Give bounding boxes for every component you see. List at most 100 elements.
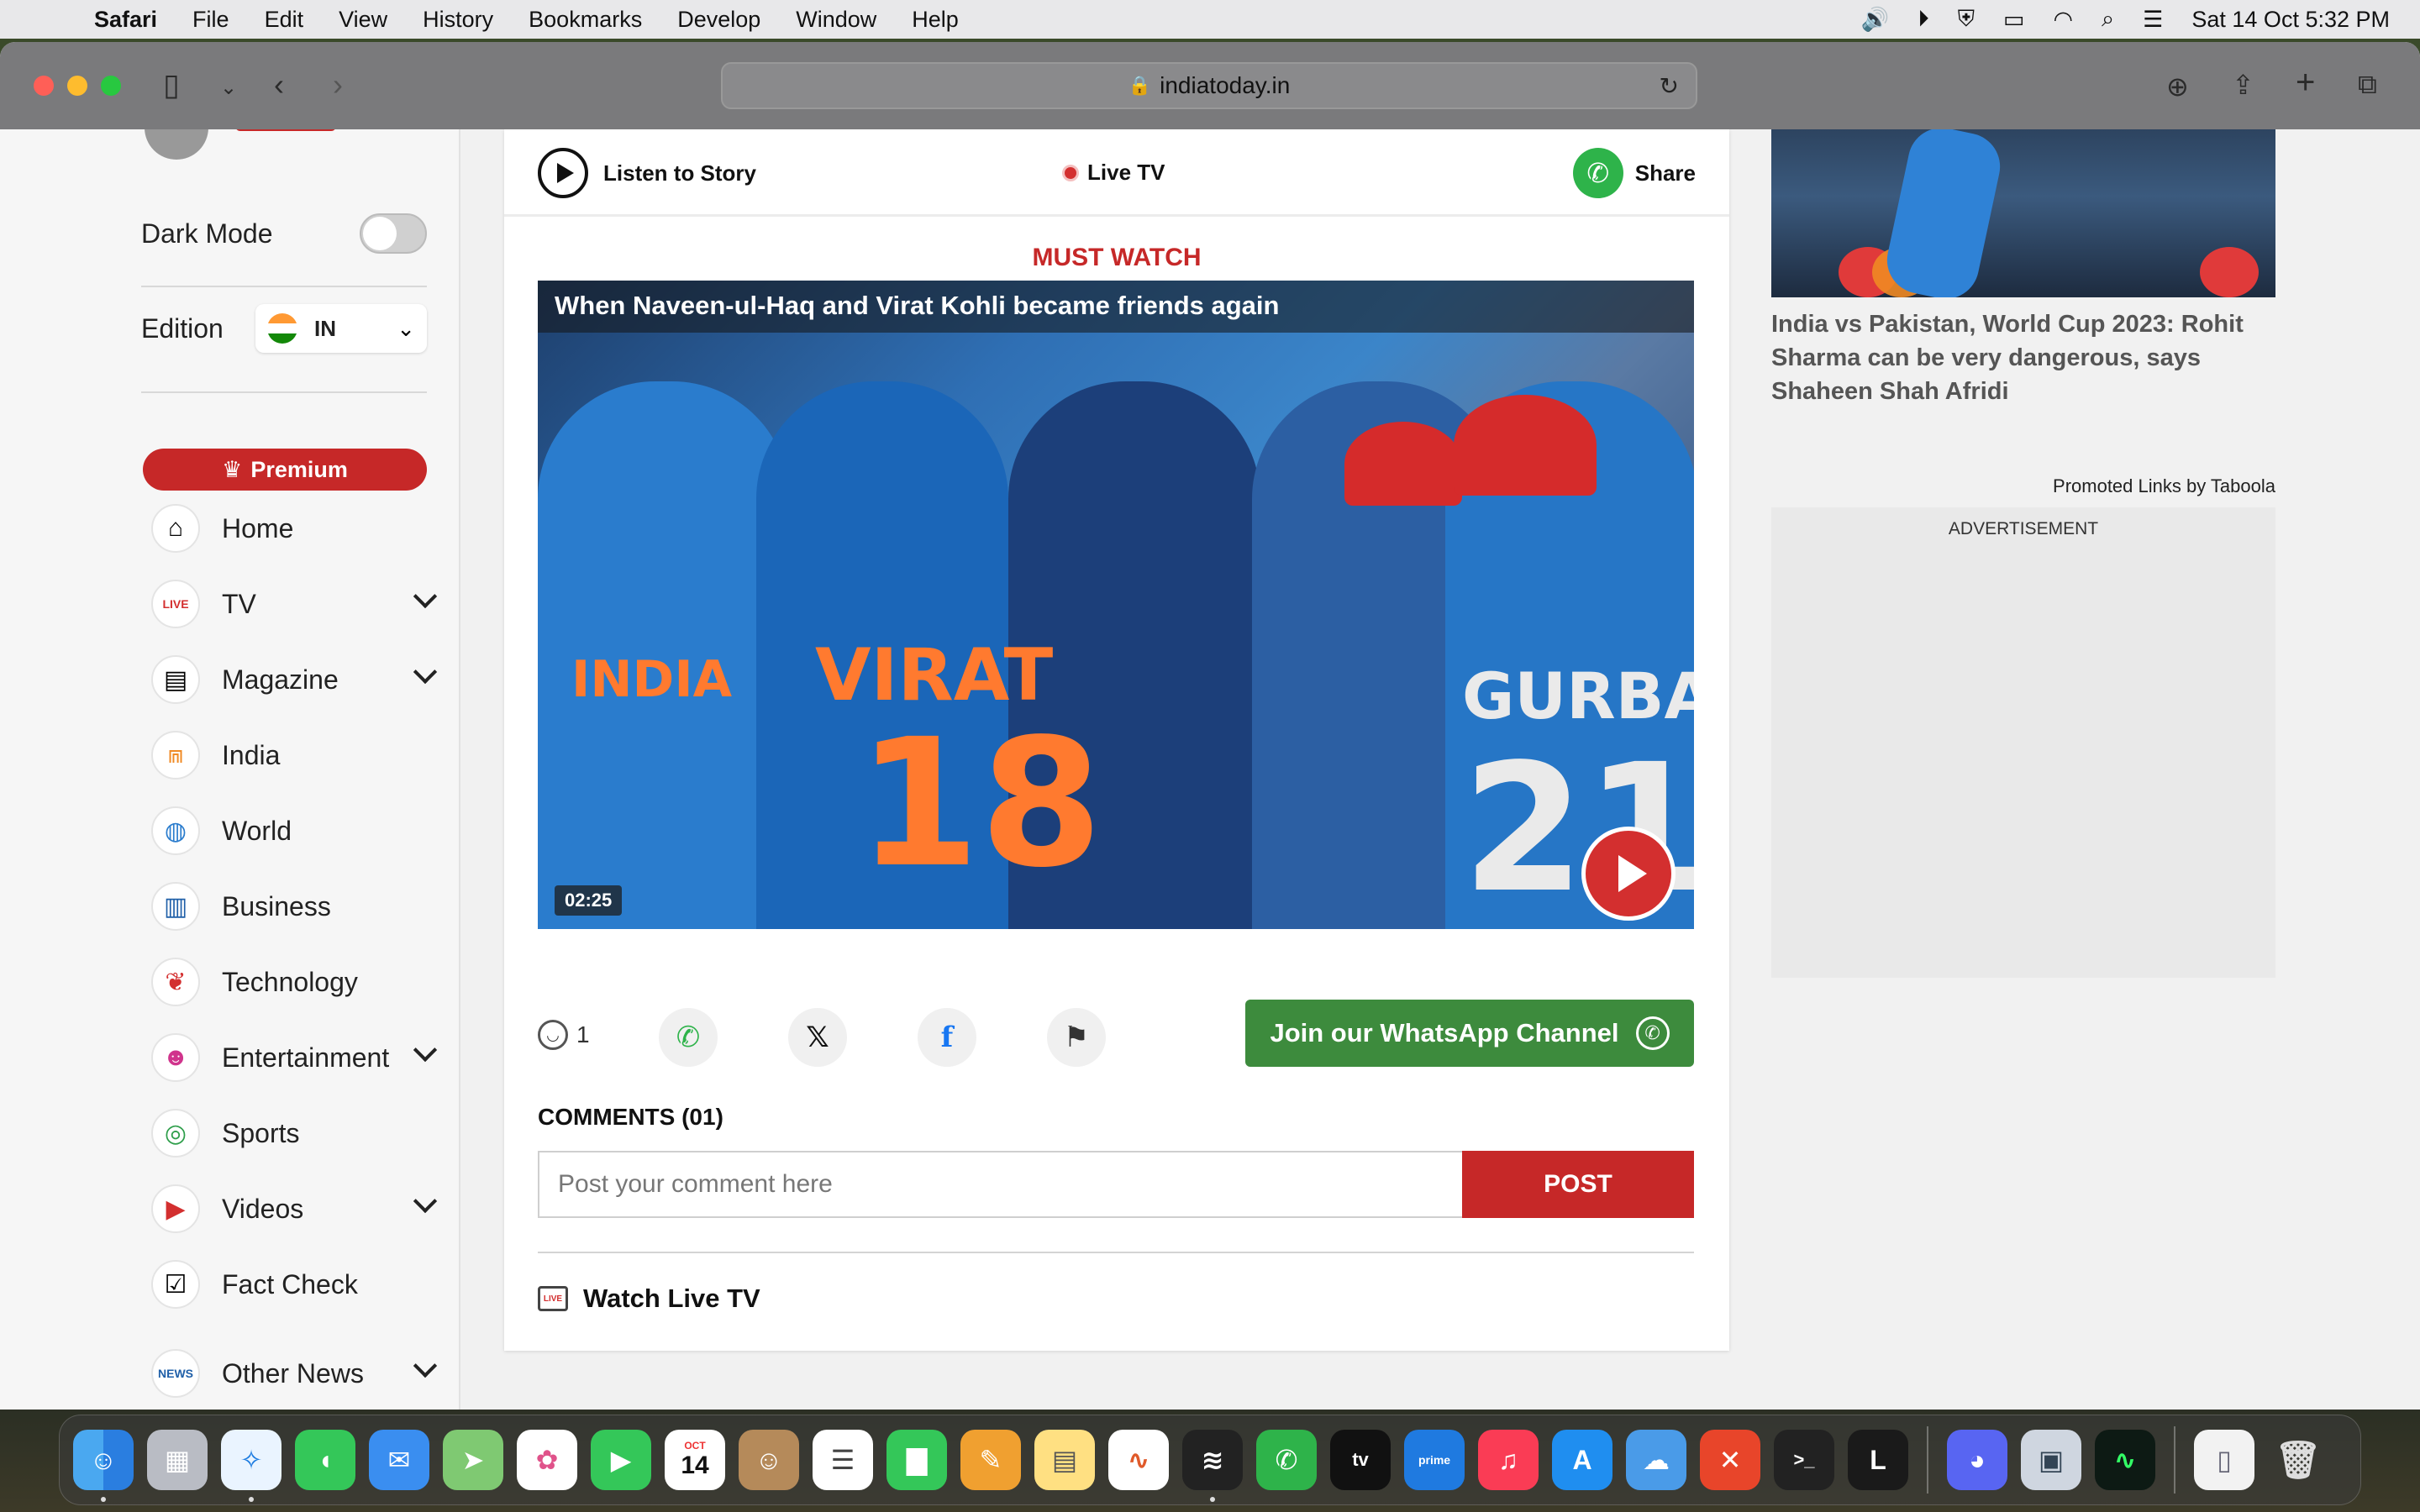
menu-develop[interactable]: Develop: [677, 7, 760, 33]
sidebar-item-india[interactable]: ⩎ India: [151, 717, 437, 793]
pages-icon[interactable]: ✎: [960, 1430, 1021, 1490]
sidebar-item-home[interactable]: ⌂ Home: [151, 491, 437, 566]
play-button[interactable]: [1581, 827, 1676, 921]
post-comment-button[interactable]: POST: [1462, 1151, 1694, 1218]
menu-history[interactable]: History: [423, 7, 493, 33]
battery-icon[interactable]: ▭: [2003, 7, 2025, 33]
volume-icon[interactable]: 🔊: [1861, 6, 1890, 33]
menu-edit[interactable]: Edit: [265, 7, 304, 33]
prime-video-icon[interactable]: prime: [1404, 1430, 1465, 1490]
story-thumbnail[interactable]: [1771, 129, 2275, 297]
minimize-window-button[interactable]: [67, 76, 87, 96]
avatar[interactable]: [145, 129, 208, 160]
music-icon[interactable]: ♫: [1478, 1430, 1539, 1490]
bookmark-icon[interactable]: ⚑: [1047, 1008, 1106, 1067]
forward-icon[interactable]: ›: [333, 67, 343, 102]
photos-icon[interactable]: ✿: [517, 1430, 577, 1490]
chevron-down-icon[interactable]: [413, 659, 438, 685]
sidebar-item-magazine[interactable]: ▤ Magazine: [151, 642, 438, 717]
menubar-clock[interactable]: Sat 14 Oct 5:32 PM: [2191, 7, 2390, 33]
control-center-icon[interactable]: ☰: [2143, 7, 2163, 33]
launchpad-icon[interactable]: ▦: [147, 1430, 208, 1490]
dark-mode-toggle[interactable]: [360, 213, 427, 254]
calendar-icon[interactable]: OCT 14: [665, 1430, 725, 1490]
app-store-icon[interactable]: A: [1552, 1430, 1612, 1490]
weather-icon[interactable]: ☁: [1626, 1430, 1686, 1490]
facebook-share-icon[interactable]: f: [918, 1008, 976, 1067]
comment-input[interactable]: [538, 1151, 1462, 1218]
document-icon[interactable]: ▯: [2194, 1430, 2254, 1490]
sidebar-toggle-icon[interactable]: ▯: [163, 67, 180, 102]
sidebar-item-tv[interactable]: LIVE TV: [151, 566, 438, 642]
tab-group-chevron-icon[interactable]: ⌄: [220, 76, 237, 100]
join-whatsapp-channel-button[interactable]: Join our WhatsApp Channel ✆: [1245, 1000, 1694, 1067]
finder-icon[interactable]: ☺: [73, 1430, 134, 1502]
wifi-icon[interactable]: ◠: [2053, 7, 2073, 33]
safari-icon[interactable]: ✧: [221, 1430, 281, 1502]
sidebar-item-other-news[interactable]: NEWS Other News: [151, 1336, 438, 1410]
spotlight-search-icon[interactable]: ⌕: [2102, 6, 2114, 33]
bar-chart-icon: ▥: [151, 882, 200, 931]
freeform-icon[interactable]: ∿: [1108, 1430, 1169, 1490]
chevron-down-icon[interactable]: [413, 1353, 438, 1378]
listen-to-story-button[interactable]: Listen to Story: [538, 148, 756, 198]
contacts-icon[interactable]: ☺: [739, 1430, 799, 1490]
maps-icon[interactable]: ➤: [443, 1430, 503, 1490]
notes-icon[interactable]: ▤: [1034, 1430, 1095, 1490]
vpn-icon[interactable]: ⛨: [1958, 6, 1975, 33]
chevron-down-icon[interactable]: [413, 1189, 438, 1214]
sidebar-item-fact-check[interactable]: ☑ Fact Check: [151, 1247, 437, 1322]
terminal-icon[interactable]: >_: [1774, 1430, 1834, 1490]
apple-tv-icon[interactable]: tv: [1330, 1430, 1391, 1490]
sidebar-item-technology[interactable]: ❦ Technology: [151, 944, 437, 1020]
now-playing-icon[interactable]: ⏵: [1918, 6, 1929, 33]
menu-bookmarks[interactable]: Bookmarks: [529, 7, 642, 33]
share-button[interactable]: ✆ Share: [1572, 148, 1696, 198]
back-icon[interactable]: ‹: [274, 67, 284, 102]
promoted-headline-link[interactable]: India vs Pakistan, World Cup 2023: Rohit…: [1771, 307, 2275, 408]
taboola-attribution[interactable]: Promoted Links by Taboola: [1771, 475, 2275, 497]
whatsapp-share-icon[interactable]: ✆: [659, 1008, 718, 1067]
close-window-button[interactable]: [34, 76, 54, 96]
live-tv-link[interactable]: Live TV: [1062, 160, 1165, 186]
address-bar[interactable]: 🔒 indiatoday.in ↻: [721, 62, 1697, 109]
tab-overview-icon[interactable]: ⧉: [2358, 69, 2377, 101]
anydesk-icon[interactable]: ✕: [1700, 1430, 1760, 1490]
edition-select[interactable]: IN ⌄: [255, 304, 427, 353]
subscribe-button-partial[interactable]: [235, 129, 336, 131]
share-icon[interactable]: ⇪: [2232, 69, 2254, 101]
sidebar-item-sports[interactable]: ◎ Sports: [151, 1095, 437, 1171]
facetime-icon[interactable]: ▶: [591, 1430, 651, 1490]
x-share-icon[interactable]: 𝕏: [788, 1008, 847, 1067]
chevron-down-icon[interactable]: [413, 1037, 438, 1063]
trash-icon[interactable]: 🗑: [2268, 1430, 2328, 1490]
sidebar-item-videos[interactable]: ▶ Videos: [151, 1171, 438, 1247]
messages-icon[interactable]: ◖: [295, 1430, 355, 1490]
premium-button[interactable]: ♛ Premium: [143, 449, 427, 491]
menu-app-safari[interactable]: Safari: [94, 7, 157, 33]
mail-icon[interactable]: ✉: [369, 1430, 429, 1490]
menu-file[interactable]: File: [192, 7, 229, 33]
new-tab-icon[interactable]: +: [2296, 64, 2315, 102]
preview-icon[interactable]: ▣: [2021, 1430, 2081, 1490]
whatsapp-app-icon[interactable]: ✆: [1256, 1430, 1317, 1490]
chevron-down-icon[interactable]: [413, 584, 438, 609]
linear-icon[interactable]: L: [1848, 1430, 1908, 1490]
sidebar-item-world[interactable]: ◍ World: [151, 793, 437, 869]
sidebar-item-entertainment[interactable]: ☻ Entertainment: [151, 1020, 438, 1095]
discord-icon[interactable]: ◕: [1947, 1430, 2007, 1490]
reload-icon[interactable]: ↻: [1660, 72, 1679, 100]
menu-window[interactable]: Window: [796, 7, 876, 33]
numbers-icon[interactable]: ▇: [886, 1430, 947, 1490]
reminders-icon[interactable]: ☰: [813, 1430, 873, 1490]
menu-view[interactable]: View: [339, 7, 387, 33]
watch-live-tv-link[interactable]: LIVE Watch Live TV: [538, 1284, 760, 1314]
fullscreen-window-button[interactable]: [101, 76, 121, 96]
video-player[interactable]: INDIA VIRAT 18 GURBAZ 21 When Naveen-ul-…: [538, 281, 1694, 929]
activity-monitor-icon[interactable]: ∿: [2095, 1430, 2155, 1490]
sidebar-item-business[interactable]: ▥ Business: [151, 869, 437, 944]
voice-memos-icon[interactable]: ≋: [1182, 1430, 1243, 1502]
reaction-button[interactable]: ◡ 1: [538, 1020, 590, 1050]
downloads-icon[interactable]: ⊕: [2166, 71, 2189, 102]
menu-help[interactable]: Help: [912, 7, 959, 33]
